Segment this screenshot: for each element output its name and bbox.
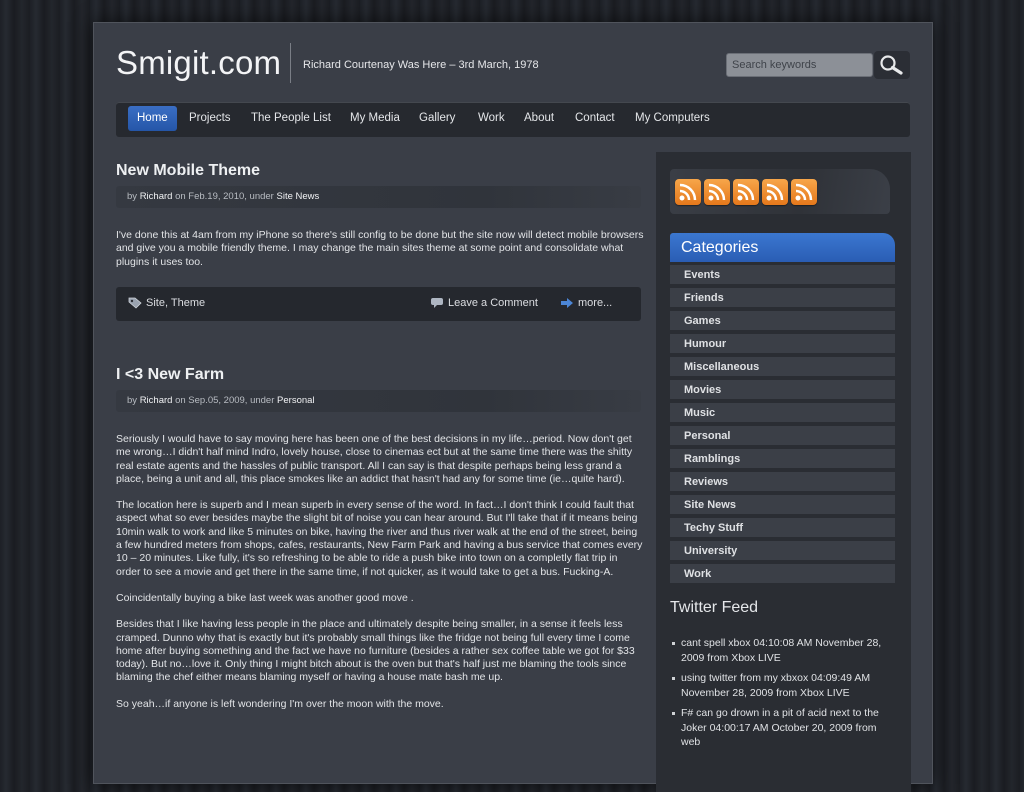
search-input[interactable] [726,53,873,77]
comment-icon [431,298,443,308]
nav-my-media[interactable]: My Media [341,106,409,131]
post-paragraph: Coincidentally buying a bike last week w… [116,591,414,604]
category-events[interactable]: Events [670,265,895,286]
category-miscellaneous[interactable]: Miscellaneous [670,357,895,378]
rss-icon[interactable] [704,179,730,205]
leave-comment-label: Leave a Comment [448,297,538,309]
category-site-news[interactable]: Site News [670,495,895,516]
category-university[interactable]: University [670,541,895,562]
site-tagline: Richard Courtenay Was Here – 3rd March, … [303,59,539,71]
post-footer: Site, Theme Leave a Comment more... [116,287,641,321]
more-label: more... [578,297,613,309]
category-ramblings[interactable]: Ramblings [670,449,895,470]
tweet-item[interactable]: F# can go drown in a pit of acid next to… [670,706,895,750]
category-reviews[interactable]: Reviews [670,472,895,493]
nav-work[interactable]: Work [469,106,514,131]
category-games[interactable]: Games [670,311,895,332]
sidebar: Categories Events Friends Games Humour M… [656,152,911,792]
title-divider [290,43,291,83]
post-meta: by Richard on Feb.19, 2010, under Site N… [116,186,641,208]
post-content: Seriously I would have to say moving her… [116,433,644,711]
post-content: I've done this at 4am from my iPhone so … [116,229,644,269]
rss-icon[interactable] [762,179,788,205]
nav-contact[interactable]: Contact [566,106,624,131]
meta-author[interactable]: Richard [140,191,173,202]
rss-feeds [670,169,890,214]
rss-icon[interactable] [791,179,817,205]
twitter-feed-title: Twitter Feed [670,599,759,616]
category-work[interactable]: Work [670,564,895,585]
post-title[interactable]: I <3 New Farm [116,366,224,384]
nav-about[interactable]: About [515,106,563,131]
category-techy-stuff[interactable]: Techy Stuff [670,518,895,539]
more-link[interactable]: more... [560,297,612,309]
categories-title: Categories [670,233,895,262]
tweet-item[interactable]: using twitter from my xbxox 04:09:49 AM … [670,671,895,700]
arrow-right-icon [561,298,573,308]
rss-icon[interactable] [733,179,759,205]
leave-comment-link[interactable]: Leave a Comment [430,297,538,309]
post-meta: by Richard on Sep.05, 2009, under Person… [116,390,641,412]
post-tags: Site, Theme [128,297,205,309]
category-movies[interactable]: Movies [670,380,895,401]
meta-by: by [127,395,138,406]
post-paragraph: The location here is superb and I mean s… [116,499,643,578]
category-music[interactable]: Music [670,403,895,424]
post-paragraph: Besides that I like having less people i… [116,618,635,684]
search-icon [880,55,903,75]
nav-gallery[interactable]: Gallery [410,106,464,131]
tweet-item[interactable]: cant spell xbox 04:10:08 AM November 28,… [670,636,895,665]
main-nav: Home Projects The People List My Media G… [116,102,910,137]
meta-category[interactable]: Site News [277,191,320,202]
category-humour[interactable]: Humour [670,334,895,355]
meta-date: on Sep.05, 2009, under [175,395,275,406]
search-button[interactable] [874,51,910,79]
post-title[interactable]: New Mobile Theme [116,162,260,180]
nav-people-list[interactable]: The People List [242,106,340,131]
post-tags-text[interactable]: Site, Theme [146,297,205,309]
post-paragraph: So yeah…if anyone is left wondering I'm … [116,697,444,710]
meta-category[interactable]: Personal [277,395,315,406]
nav-home[interactable]: Home [128,106,177,131]
tag-icon [128,297,142,309]
category-personal[interactable]: Personal [670,426,895,447]
meta-date: on Feb.19, 2010, under [175,191,274,202]
rss-icon[interactable] [675,179,701,205]
site-title[interactable]: Smigit.com [116,44,281,82]
post-paragraph: Seriously I would have to say moving her… [116,433,633,485]
post-paragraph: I've done this at 4am from my iPhone so … [116,229,644,268]
nav-my-computers[interactable]: My Computers [626,106,719,131]
category-friends[interactable]: Friends [670,288,895,309]
meta-author[interactable]: Richard [140,395,173,406]
nav-projects[interactable]: Projects [180,106,240,131]
meta-by: by [127,191,138,202]
page-frame: Smigit.com Richard Courtenay Was Here – … [93,22,933,792]
